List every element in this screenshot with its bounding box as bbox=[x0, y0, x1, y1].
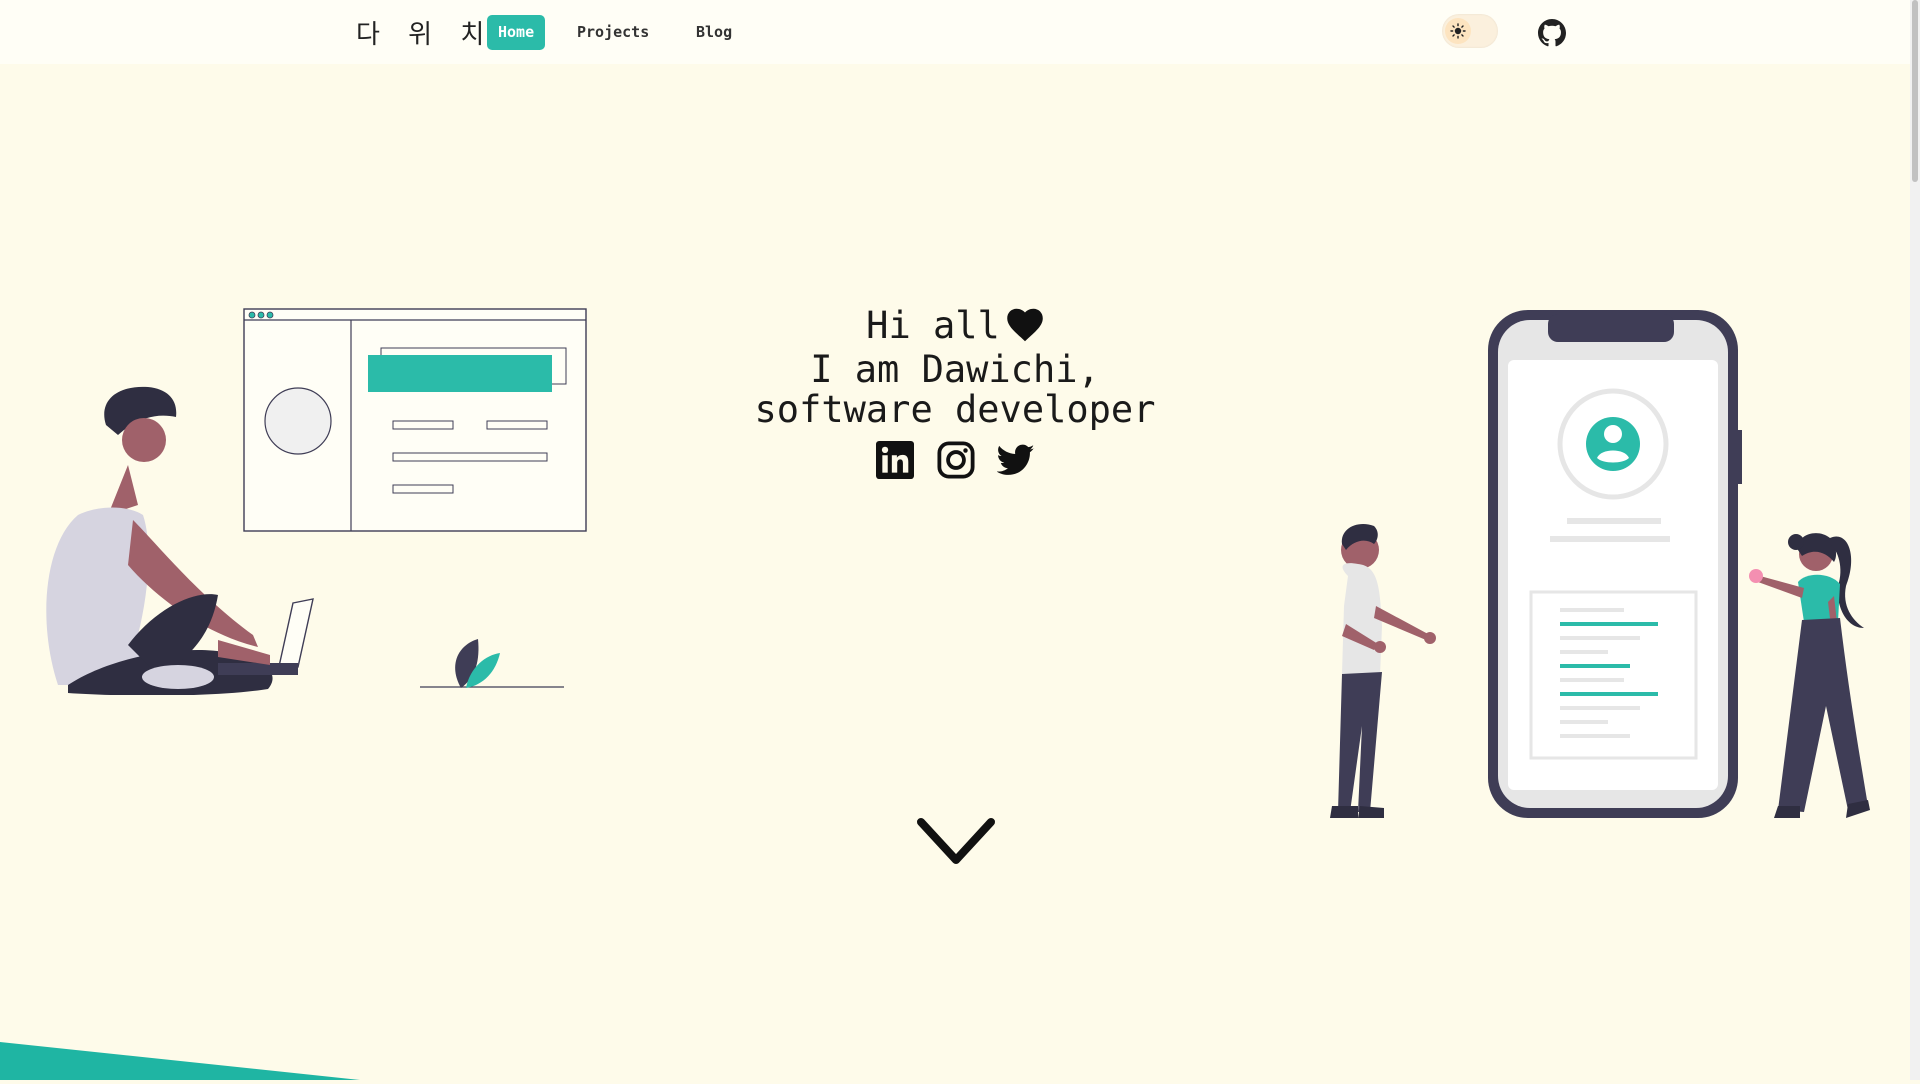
github-icon[interactable] bbox=[1538, 19, 1566, 47]
heart-icon bbox=[1006, 308, 1044, 350]
chevron-down-icon[interactable] bbox=[915, 816, 997, 868]
theme-toggle[interactable] bbox=[1442, 14, 1498, 48]
social-links bbox=[876, 441, 1036, 481]
site-logo[interactable]: 다 위 치 bbox=[356, 14, 494, 51]
navbar: 다 위 치 Home Projects Blog bbox=[0, 0, 1920, 64]
instagram-icon[interactable] bbox=[937, 441, 977, 481]
sun-icon bbox=[1445, 18, 1471, 44]
hero-heading: Hi all I am Dawichi, software developer bbox=[700, 306, 1210, 430]
hero-greeting: Hi all bbox=[866, 304, 1000, 347]
mobile-profile-illustration bbox=[1318, 306, 1878, 830]
nav-link-home[interactable]: Home bbox=[487, 15, 546, 50]
hero-role: software developer bbox=[754, 388, 1156, 431]
hero-name: I am Dawichi, bbox=[810, 348, 1100, 391]
bottom-wave bbox=[0, 1040, 400, 1084]
linkedin-icon[interactable] bbox=[876, 441, 916, 481]
twitter-icon[interactable] bbox=[996, 441, 1037, 481]
scrollbar[interactable] bbox=[1910, 0, 1920, 1080]
nav-link-blog[interactable]: Blog bbox=[685, 15, 743, 50]
scrollbar-thumb[interactable] bbox=[1912, 0, 1918, 182]
nav-link-projects[interactable]: Projects bbox=[566, 15, 660, 50]
developer-illustration bbox=[38, 305, 598, 699]
